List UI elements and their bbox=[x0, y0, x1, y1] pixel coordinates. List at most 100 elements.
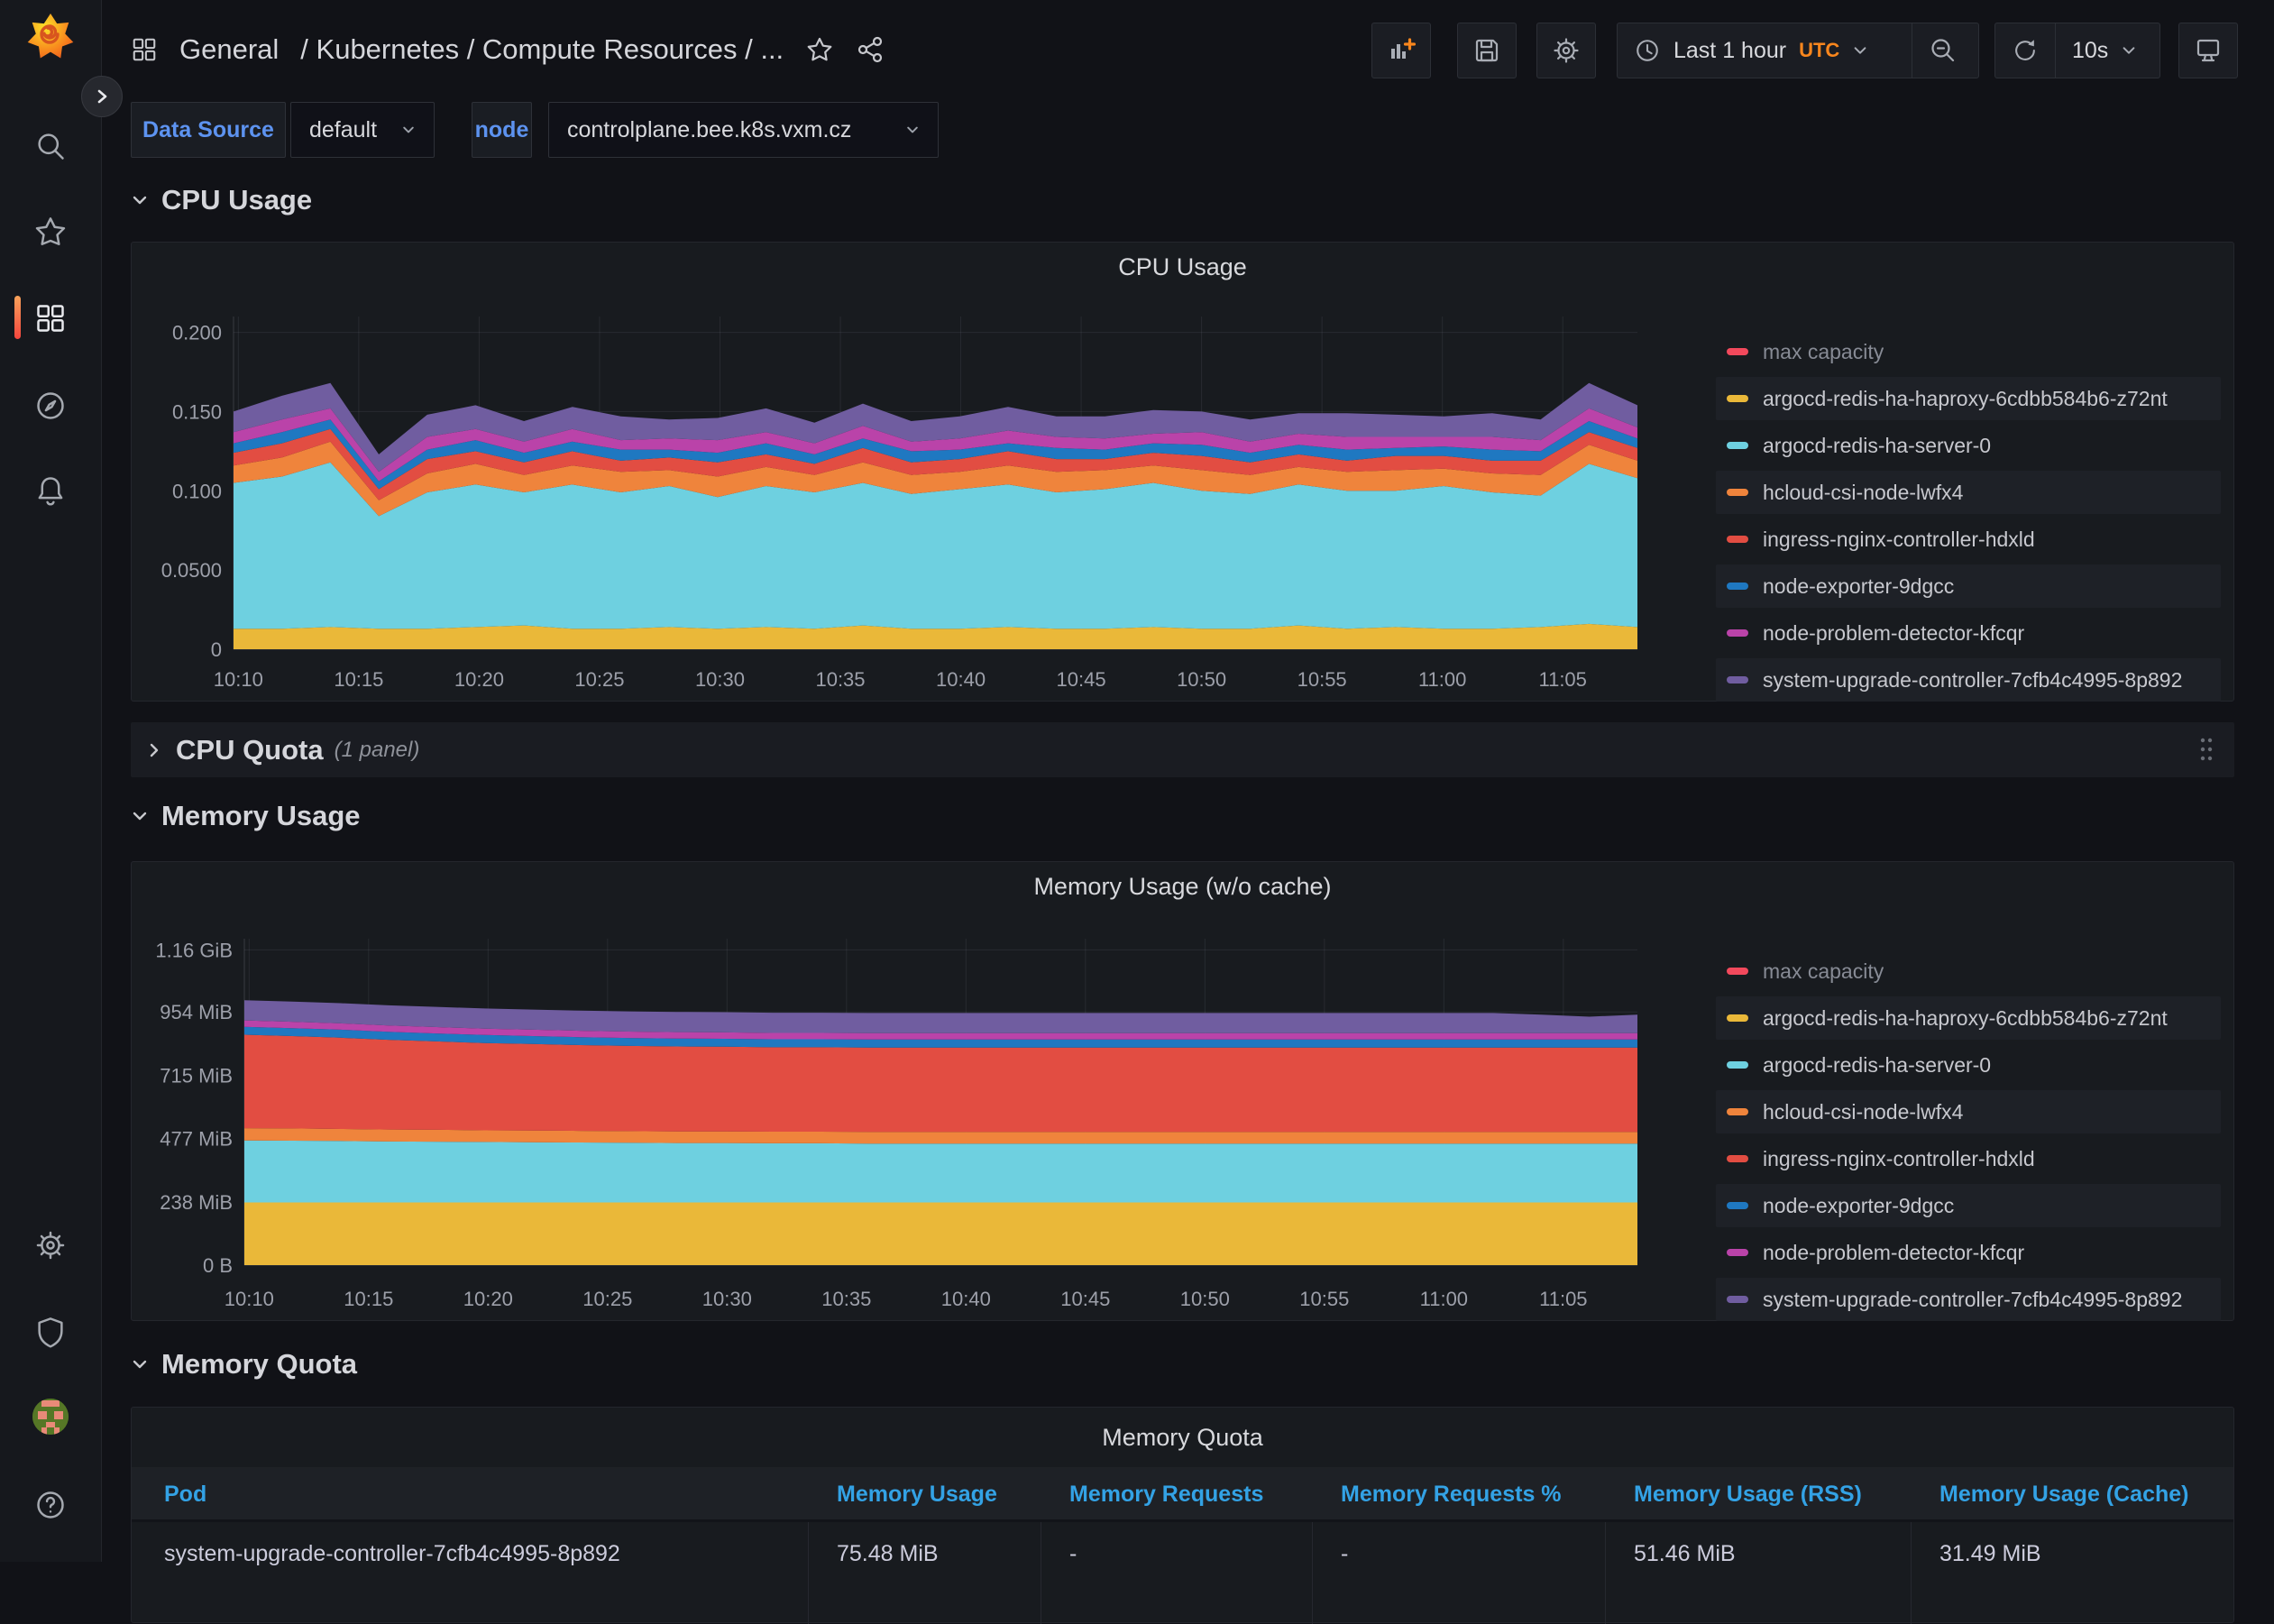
tv-mode-button[interactable] bbox=[2178, 23, 2238, 78]
legend-item[interactable]: argocd-redis-ha-haproxy-6cdbb584b6-z72nt bbox=[1716, 996, 2221, 1040]
user-avatar[interactable] bbox=[32, 1399, 69, 1435]
section-header-memory-quota[interactable]: Memory Quota bbox=[131, 1342, 357, 1387]
y-tick-label: 0 B bbox=[203, 1254, 233, 1277]
table-column-header[interactable]: Pod bbox=[164, 1482, 206, 1508]
sidebar-expand-button[interactable] bbox=[81, 76, 123, 117]
legend-label: argocd-redis-ha-server-0 bbox=[1763, 1053, 1991, 1078]
chevron-down-icon bbox=[2121, 42, 2137, 59]
breadcrumb-section[interactable]: General bbox=[179, 33, 279, 66]
legend-item[interactable]: max capacity bbox=[1716, 950, 2221, 993]
share-icon bbox=[856, 35, 885, 64]
legend-swatch-icon bbox=[1727, 1014, 1748, 1022]
section-header-cpu-usage[interactable]: CPU Usage bbox=[131, 178, 312, 223]
sidebar-item-configuration[interactable] bbox=[34, 1229, 67, 1262]
section-header-cpu-quota[interactable]: CPU Quota (1 panel) bbox=[131, 722, 2234, 777]
time-zoom-out-button[interactable] bbox=[1912, 23, 1974, 78]
x-tick-label: 10:55 bbox=[1297, 668, 1347, 691]
star-dashboard-button[interactable] bbox=[805, 35, 834, 64]
variable-label-datasource[interactable]: Data Source bbox=[131, 102, 286, 158]
legend-swatch-icon bbox=[1727, 968, 1748, 975]
table-column-divider bbox=[1312, 1522, 1313, 1624]
legend-item[interactable]: hcloud-csi-node-lwfx4 bbox=[1716, 471, 2221, 514]
legend-item[interactable]: node-exporter-9dgcc bbox=[1716, 1184, 2221, 1227]
legend-label: system-upgrade-controller-7cfb4c4995-8p8… bbox=[1763, 668, 2182, 693]
legend-label: argocd-redis-ha-server-0 bbox=[1763, 434, 1991, 458]
y-tick-label: 238 MiB bbox=[160, 1191, 233, 1214]
x-tick-label: 11:05 bbox=[1538, 668, 1586, 691]
panel-title-memory-quota[interactable]: Memory Quota bbox=[132, 1424, 2233, 1452]
section-header-memory-usage[interactable]: Memory Usage bbox=[131, 794, 361, 839]
variable-dropdown-node[interactable]: controlplane.bee.k8s.vxm.cz bbox=[548, 102, 939, 158]
x-tick-label: 10:35 bbox=[815, 668, 865, 691]
datasource-value-text: default bbox=[309, 117, 377, 143]
chevron-down-icon bbox=[131, 1355, 149, 1373]
variable-dropdown-datasource[interactable]: default bbox=[290, 102, 435, 158]
panel-title-memory-usage[interactable]: Memory Usage (w/o cache) bbox=[132, 873, 2233, 901]
legend-label: max capacity bbox=[1763, 340, 1884, 364]
table-column-header[interactable]: Memory Usage bbox=[837, 1482, 997, 1508]
table-column-divider bbox=[1911, 1522, 1912, 1624]
panel-memory-quota-table: Memory Quota Pod Memory Usage Memory Reque… bbox=[131, 1407, 2234, 1623]
chevron-right-icon bbox=[93, 87, 111, 106]
legend-item[interactable]: system-upgrade-controller-7cfb4c4995-8p8… bbox=[1716, 1278, 2221, 1321]
legend-item[interactable]: node-problem-detector-kfcqr bbox=[1716, 611, 2221, 655]
table-column-header[interactable]: Memory Requests bbox=[1069, 1482, 1263, 1508]
legend-label: system-upgrade-controller-7cfb4c4995-8p8… bbox=[1763, 1288, 2182, 1312]
timezone-label: UTC bbox=[1799, 39, 1839, 62]
sidebar-item-starred[interactable] bbox=[34, 216, 67, 248]
legend-item[interactable]: argocd-redis-ha-haproxy-6cdbb584b6-z72nt bbox=[1716, 377, 2221, 420]
x-tick-label: 10:20 bbox=[454, 668, 504, 691]
legend-item[interactable]: system-upgrade-controller-7cfb4c4995-8p8… bbox=[1716, 658, 2221, 702]
share-dashboard-button[interactable] bbox=[856, 35, 885, 64]
sidebar-item-server-admin[interactable] bbox=[34, 1316, 67, 1348]
time-range-picker[interactable]: Last 1 hour UTC bbox=[1618, 23, 1912, 78]
table-cell: 51.46 MiB bbox=[1634, 1541, 1736, 1567]
datasource-label-text: Data Source bbox=[142, 117, 274, 143]
table-column-header[interactable]: Memory Usage (Cache) bbox=[1939, 1482, 2188, 1508]
legend-item[interactable]: node-exporter-9dgcc bbox=[1716, 564, 2221, 608]
apps-grid-icon bbox=[131, 36, 158, 63]
grafana-spiral-icon bbox=[34, 22, 67, 52]
legend-item[interactable]: ingress-nginx-controller-hdxld bbox=[1716, 518, 2221, 561]
breadcrumb-path[interactable]: / Kubernetes / Compute Resources / ... bbox=[300, 33, 784, 66]
dashboard-settings-button[interactable] bbox=[1536, 23, 1596, 78]
refresh-interval-label: 10s bbox=[2072, 38, 2108, 64]
refresh-button[interactable] bbox=[1995, 23, 2055, 78]
gear-icon bbox=[1552, 36, 1581, 65]
sidebar-item-alerting[interactable] bbox=[34, 474, 67, 507]
legend-item[interactable]: argocd-redis-ha-server-0 bbox=[1716, 1043, 2221, 1087]
x-tick-label: 10:20 bbox=[463, 1288, 513, 1310]
legend-item[interactable]: argocd-redis-ha-server-0 bbox=[1716, 424, 2221, 467]
magnifier-minus-icon bbox=[1929, 36, 1958, 65]
panel-title-cpu-usage[interactable]: CPU Usage bbox=[132, 253, 2233, 281]
sidebar-item-help[interactable] bbox=[34, 1489, 67, 1521]
table-column-header[interactable]: Memory Requests % bbox=[1341, 1482, 1562, 1508]
panel-memory-usage: Memory Usage (w/o cache) 10:1010:1510:20… bbox=[131, 861, 2234, 1321]
legend-label: hcloud-csi-node-lwfx4 bbox=[1763, 1100, 1963, 1124]
x-tick-label: 11:00 bbox=[1420, 1288, 1468, 1310]
legend-item[interactable]: ingress-nginx-controller-hdxld bbox=[1716, 1137, 2221, 1180]
panel-count: (1 panel) bbox=[335, 738, 420, 763]
add-panel-button[interactable] bbox=[1371, 23, 1431, 78]
row-drag-handle-icon[interactable] bbox=[2198, 735, 2214, 768]
section-title: CPU Usage bbox=[161, 184, 312, 216]
sidebar-item-search[interactable] bbox=[34, 130, 67, 162]
x-tick-label: 10:10 bbox=[225, 1288, 274, 1310]
variable-label-node[interactable]: node bbox=[472, 102, 532, 158]
x-tick-label: 10:50 bbox=[1180, 1288, 1230, 1310]
sidebar-item-dashboards[interactable] bbox=[34, 302, 67, 335]
save-dashboard-button[interactable] bbox=[1457, 23, 1517, 78]
table-column-header[interactable]: Memory Usage (RSS) bbox=[1634, 1482, 1862, 1508]
legend-item[interactable]: node-problem-detector-kfcqr bbox=[1716, 1231, 2221, 1274]
table-column-divider bbox=[808, 1522, 809, 1624]
legend-item[interactable]: hcloud-csi-node-lwfx4 bbox=[1716, 1090, 2221, 1133]
legend-label: node-exporter-9dgcc bbox=[1763, 1194, 1954, 1218]
x-tick-label: 10:30 bbox=[702, 1288, 752, 1310]
y-tick-label: 715 MiB bbox=[160, 1065, 233, 1087]
refresh-interval-picker[interactable]: 10s bbox=[2055, 23, 2153, 78]
grafana-logo[interactable] bbox=[27, 13, 74, 60]
legend-item[interactable]: max capacity bbox=[1716, 330, 2221, 373]
legend-swatch-icon bbox=[1727, 348, 1748, 355]
active-nav-indicator bbox=[14, 296, 21, 339]
sidebar-item-explore[interactable] bbox=[34, 390, 67, 422]
